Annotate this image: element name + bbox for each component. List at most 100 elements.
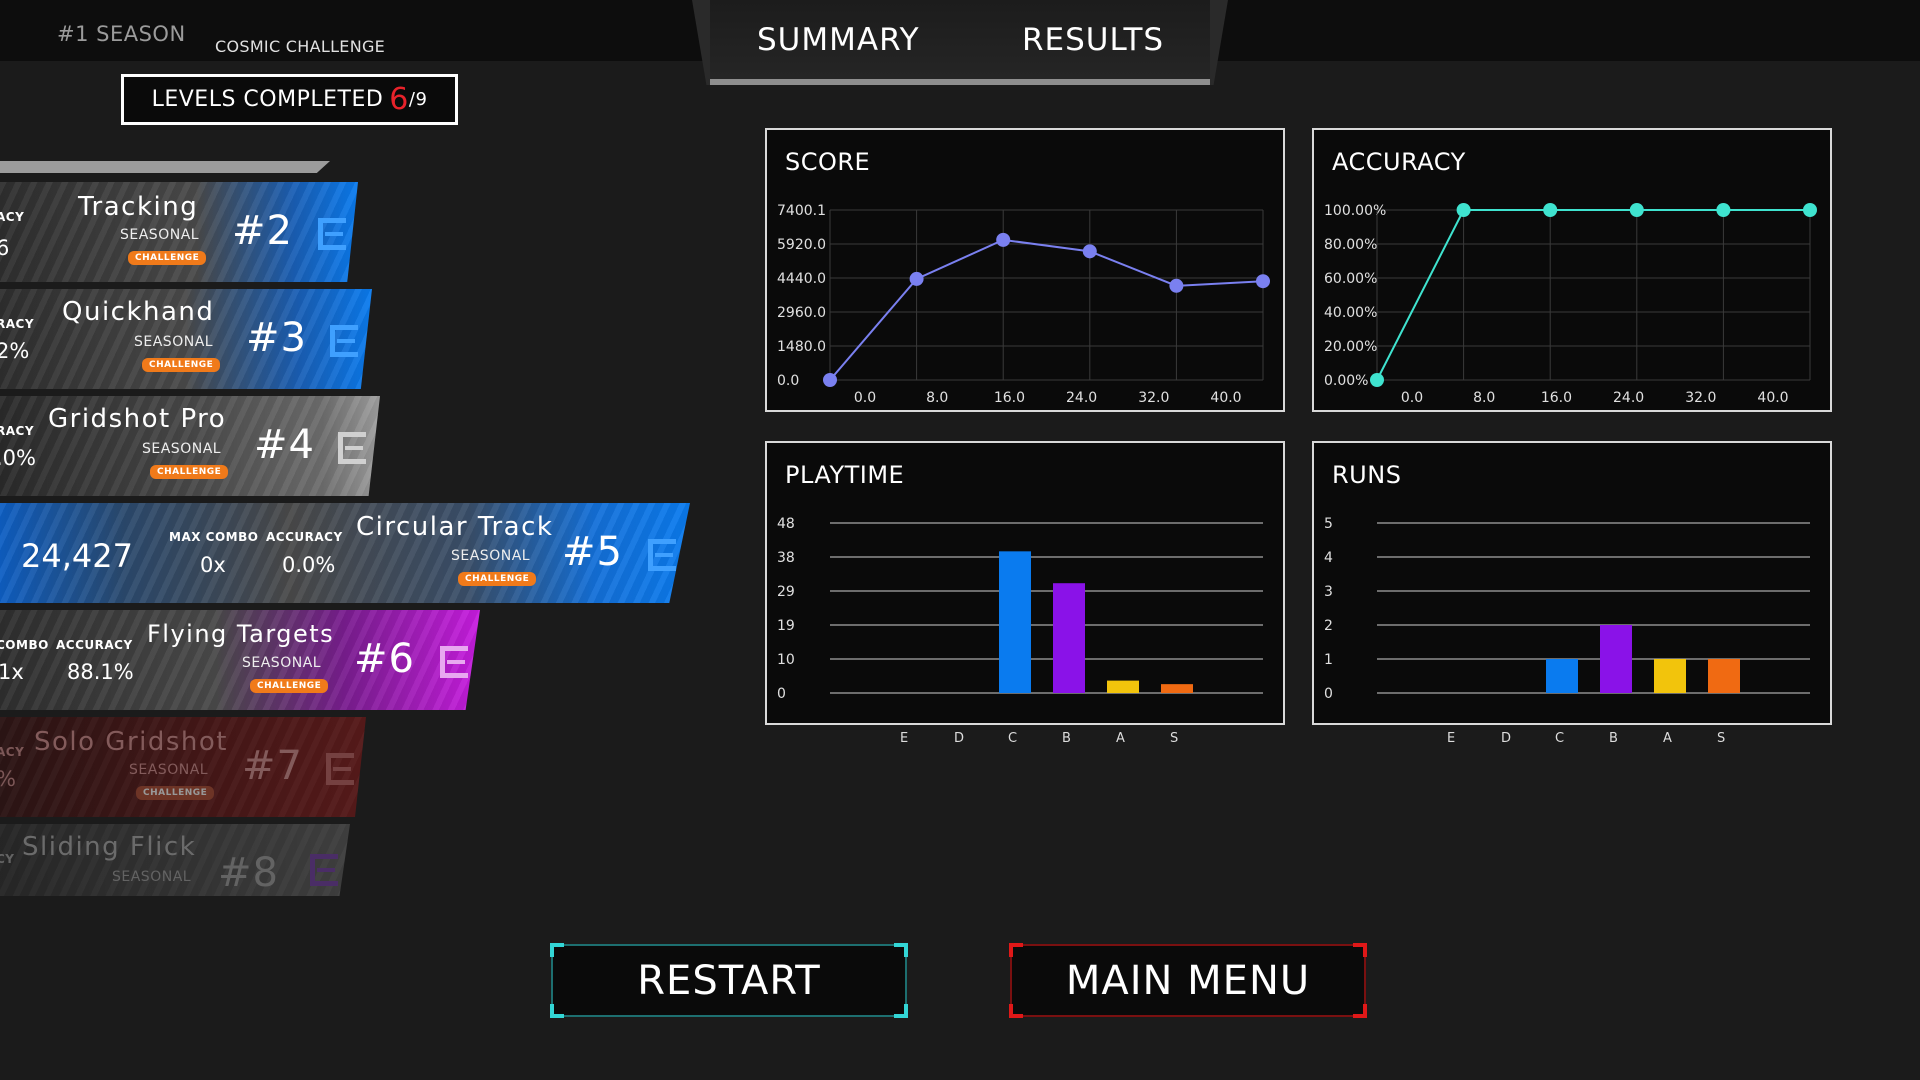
tab-underline — [710, 79, 1210, 85]
restart-button[interactable]: RESTART — [550, 943, 908, 1018]
level-card-flying-targets[interactable]: COMBO 1x ACCURACY 88.1% Flying Targets S… — [0, 610, 480, 710]
y-tick-label: 0.00% — [1324, 373, 1368, 389]
x-category-label: C — [1555, 731, 1565, 746]
level-title: Circular Track — [356, 512, 554, 542]
x-tick-label: 16.0 — [994, 390, 1025, 406]
level-card-solo-gridshot[interactable]: ACY % Solo Gridshot SEASONAL CHALLENGE #… — [0, 717, 366, 817]
data-point — [1629, 203, 1644, 217]
levels-total-count: /9 — [408, 89, 428, 110]
runs-chart-panel: RUNS 012345 — [1312, 441, 1832, 725]
grade-c-icon — [330, 325, 358, 357]
main-menu-label: MAIN MENU — [1065, 957, 1311, 1004]
data-point — [1370, 373, 1384, 387]
level-number: #2 — [232, 208, 293, 254]
accuracy-label: ACCURACY — [266, 530, 343, 544]
series-line — [1376, 209, 1810, 381]
bar — [1546, 659, 1578, 693]
challenge-badge: CHALLENGE — [142, 358, 221, 372]
x-tick-label: 32.0 — [1138, 390, 1169, 406]
y-tick-label: 0.0 — [777, 373, 799, 389]
data-point — [909, 271, 924, 286]
tab-bar: SUMMARY RESULTS — [710, 0, 1210, 85]
level-card-sliding-flick[interactable]: CY Sliding Flick SEASONAL #8 — [0, 824, 350, 896]
y-tick-label: 40.00% — [1324, 305, 1377, 321]
accuracy-value: 88.1% — [67, 660, 134, 684]
stat-value: 6 — [0, 236, 10, 260]
y-tick-label: 1 — [1324, 652, 1333, 668]
x-tick-label: 24.0 — [1613, 390, 1644, 406]
x-category-label: C — [1008, 731, 1018, 746]
x-category-label: A — [1116, 731, 1125, 746]
x-category-label: D — [954, 731, 965, 746]
data-point — [1803, 203, 1817, 217]
level-type: SEASONAL — [112, 869, 192, 885]
stat-label: CY — [0, 852, 15, 866]
y-tick-label: 4440.0 — [777, 271, 826, 287]
challenge-badge: CHALLENGE — [458, 572, 537, 586]
y-tick-label: 38 — [777, 550, 795, 566]
y-tick-label: 0 — [1324, 686, 1333, 702]
y-tick-label: 48 — [777, 516, 795, 532]
tab-results[interactable]: RESULTS — [1022, 22, 1164, 58]
data-point — [1543, 203, 1558, 217]
level-number: #4 — [254, 422, 315, 468]
corner-accent — [550, 1004, 564, 1018]
level-card-tracking[interactable]: ACY 6 Tracking SEASONAL CHALLENGE #2 — [0, 182, 358, 282]
data-point — [1082, 244, 1097, 259]
level-card-circular-track[interactable]: 24,427 MAX COMBO 0x ACCURACY 0.0% Circul… — [0, 503, 690, 603]
runs-chart: 0 1 2 3 4 5 — [1324, 516, 1810, 702]
data-point — [996, 232, 1011, 247]
level-number: #6 — [354, 636, 415, 682]
combo-label: COMBO — [0, 638, 49, 652]
x-category-label: E — [1447, 731, 1456, 746]
x-category-label: S — [1717, 731, 1726, 746]
data-point — [1169, 278, 1184, 293]
x-tick-label: 40.0 — [1210, 390, 1241, 406]
y-tick-label: 19 — [777, 618, 795, 634]
level-number: #8 — [218, 850, 279, 896]
bar — [999, 551, 1031, 693]
level-type: SEASONAL — [120, 227, 200, 243]
level-list-top-strip — [0, 161, 330, 173]
level-card-quickhand[interactable]: RACY 2% Quickhand SEASONAL CHALLENGE #3 — [0, 289, 372, 389]
x-tick-label: 24.0 — [1066, 390, 1097, 406]
level-card-gridshot-pro[interactable]: RACY .0% Gridshot Pro SEASONAL CHALLENGE… — [0, 396, 380, 496]
x-tick-label: 8.0 — [926, 390, 948, 406]
grade-e-icon — [326, 753, 354, 785]
challenge-badge: CHALLENGE — [128, 251, 207, 265]
corner-accent — [894, 1004, 908, 1018]
main-menu-button[interactable]: MAIN MENU — [1009, 943, 1367, 1018]
accuracy-chart: 0.00%20.00%40.00%60.00%80.00%100.00%0.0 8… — [1324, 203, 1817, 406]
y-tick-label: 5 — [1324, 516, 1333, 532]
levels-completed-label: LEVELS COMPLETED — [151, 87, 384, 112]
series-line — [829, 238, 1264, 381]
playtime-chart: 0 10 19 29 38 48 — [777, 516, 1263, 702]
level-title: Quickhand — [62, 297, 215, 327]
stat-label: ACY — [0, 745, 25, 759]
stat-value: .0% — [0, 446, 36, 470]
corner-accent — [1009, 943, 1023, 957]
restart-label: RESTART — [637, 957, 821, 1004]
stat-label: ACY — [0, 210, 25, 224]
data-point — [1456, 203, 1471, 217]
level-type: SEASONAL — [134, 334, 214, 350]
y-tick-label: 20.00% — [1324, 339, 1377, 355]
level-number: #7 — [242, 743, 303, 789]
x-tick-label: 8.0 — [1473, 390, 1495, 406]
tab-summary[interactable]: SUMMARY — [757, 22, 920, 58]
data-point — [823, 373, 837, 387]
y-tick-label: 60.00% — [1324, 271, 1377, 287]
x-tick-label: 0.0 — [854, 390, 876, 406]
y-tick-label: 1480.0 — [777, 339, 826, 355]
y-tick-label: 2 — [1324, 618, 1333, 634]
challenge-badge: CHALLENGE — [250, 679, 329, 693]
y-tick-label: 3 — [1324, 584, 1333, 600]
level-title: Solo Gridshot — [34, 727, 228, 757]
x-category-label: A — [1663, 731, 1672, 746]
challenge-name: COSMIC CHALLENGE — [215, 37, 386, 56]
y-tick-label: 2960.0 — [777, 305, 826, 321]
x-category-label: S — [1170, 731, 1179, 746]
grade-b-icon — [310, 854, 338, 886]
level-title: Sliding Flick — [22, 832, 197, 862]
grade-b-icon — [440, 646, 468, 678]
